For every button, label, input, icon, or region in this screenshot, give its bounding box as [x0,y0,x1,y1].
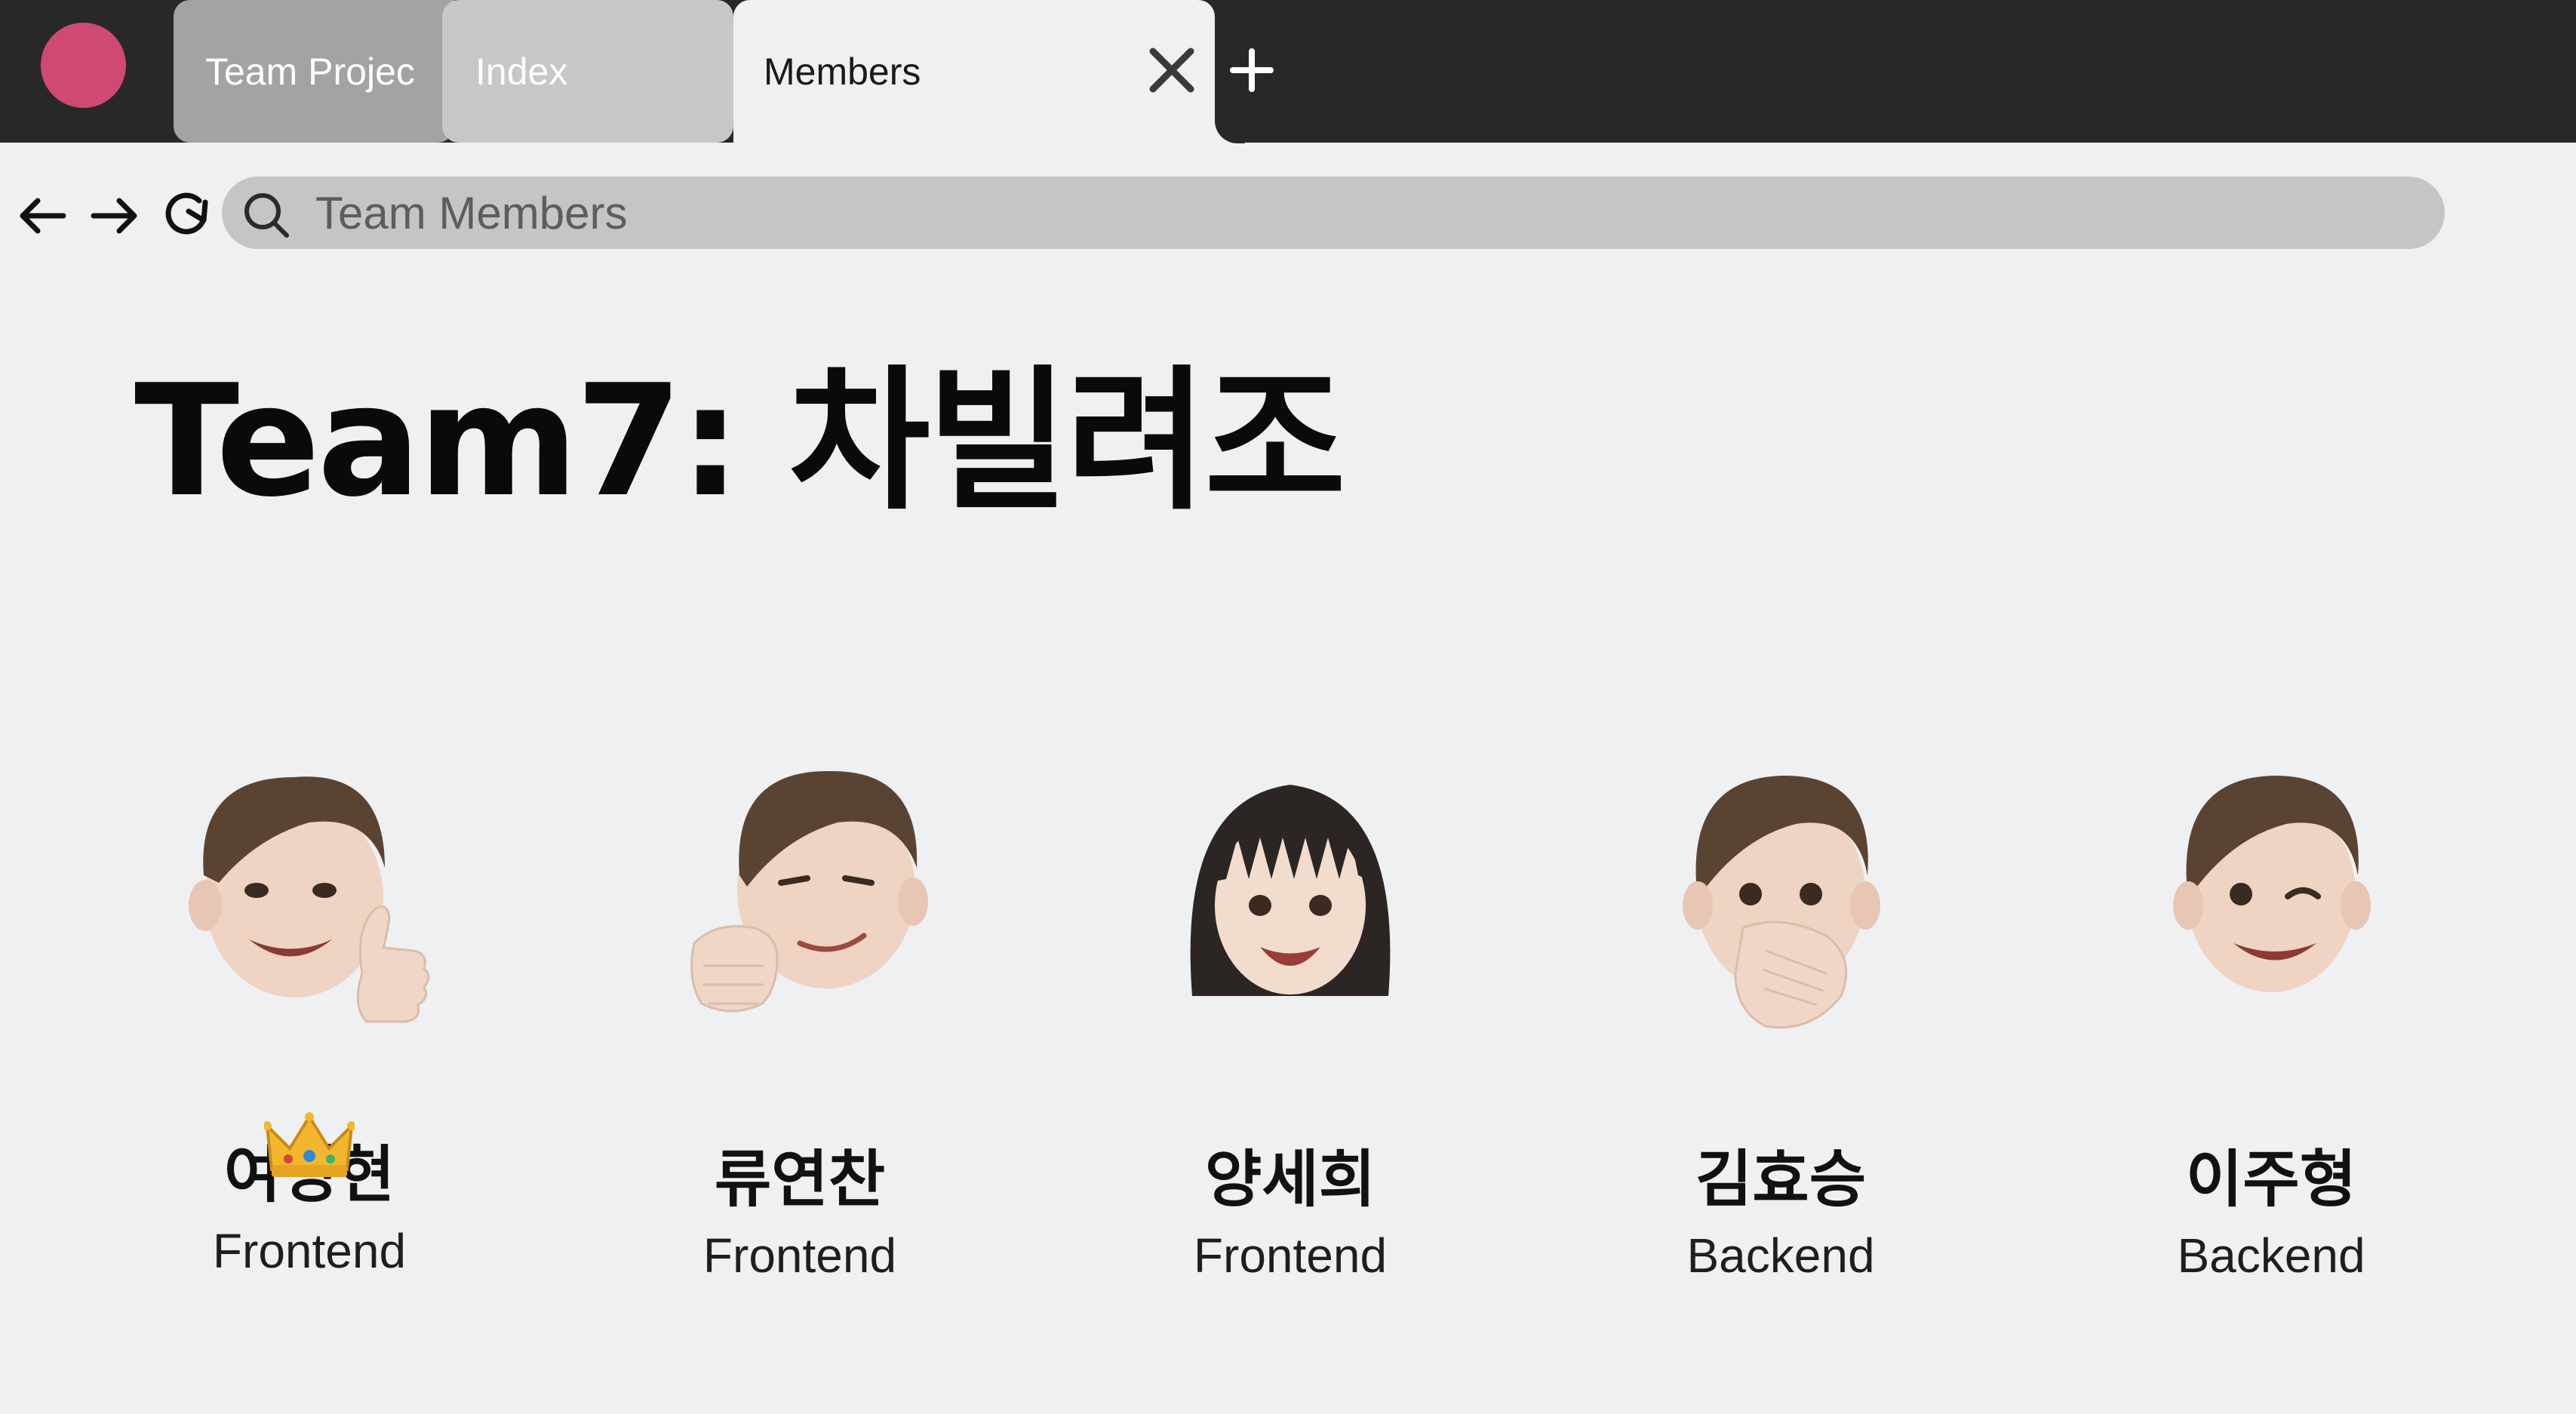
member-card: 김효승 Backend [1569,724,1992,1283]
tab-bar: Team Projec Index Members [0,0,2576,143]
address-bar[interactable] [222,177,2445,249]
winking-boy-memoji [2173,776,2371,992]
tab-index[interactable]: Index [442,0,733,143]
avatar [2120,724,2422,1056]
smiling-girl-memoji [1190,785,1391,996]
hand-over-mouth-boy-memoji [1683,776,1880,1029]
member-card: 이주형 Backend [2060,724,2482,1283]
member-role: Backend [1686,1228,1875,1283]
member-role: Frontend [212,1224,407,1278]
tab-team-project[interactable]: Team Projec [174,0,454,143]
close-icon[interactable] [1147,45,1197,95]
tab-members[interactable]: Members [733,0,1215,143]
member-name: 김효승 [1695,1144,1867,1216]
member-card: 양세희 Frontend [1079,724,1502,1283]
avatar [158,724,460,1056]
plus-icon[interactable] [1228,47,1275,94]
fist-bump-boy-memoji [690,770,928,1013]
window-close-dot[interactable] [41,23,126,108]
member-card: 여명현 Frontend [98,724,521,1279]
forward-arrow-icon[interactable] [88,189,142,243]
member-role: Frontend [702,1228,897,1283]
page-title: Team7: 차빌려조 [134,352,1346,531]
address-input[interactable] [315,183,2413,243]
tab-label: Members [764,50,921,93]
member-name: 류연찬 [714,1144,886,1216]
member-name: 양세희 [1204,1144,1376,1216]
tab-corner [1215,113,1245,143]
member-role: Backend [2177,1228,2365,1283]
search-icon [244,193,289,238]
avatar [649,724,951,1056]
avatar [1630,724,1932,1056]
crown-icon [264,1112,355,1177]
member-card: 류연찬 Frontend [589,724,1011,1283]
thumbs-up-boy-memoji [189,776,430,1023]
avatar [1139,724,1441,1056]
reload-icon[interactable] [160,186,210,240]
member-role: Frontend [1193,1228,1388,1283]
tab-label: Team Projec [205,50,415,93]
member-list: 여명현 Frontend 류연찬 Frontend [0,679,2576,1358]
back-arrow-icon[interactable] [15,189,69,243]
tab-label: Index [475,50,568,93]
member-name: 이주형 [2185,1144,2357,1216]
